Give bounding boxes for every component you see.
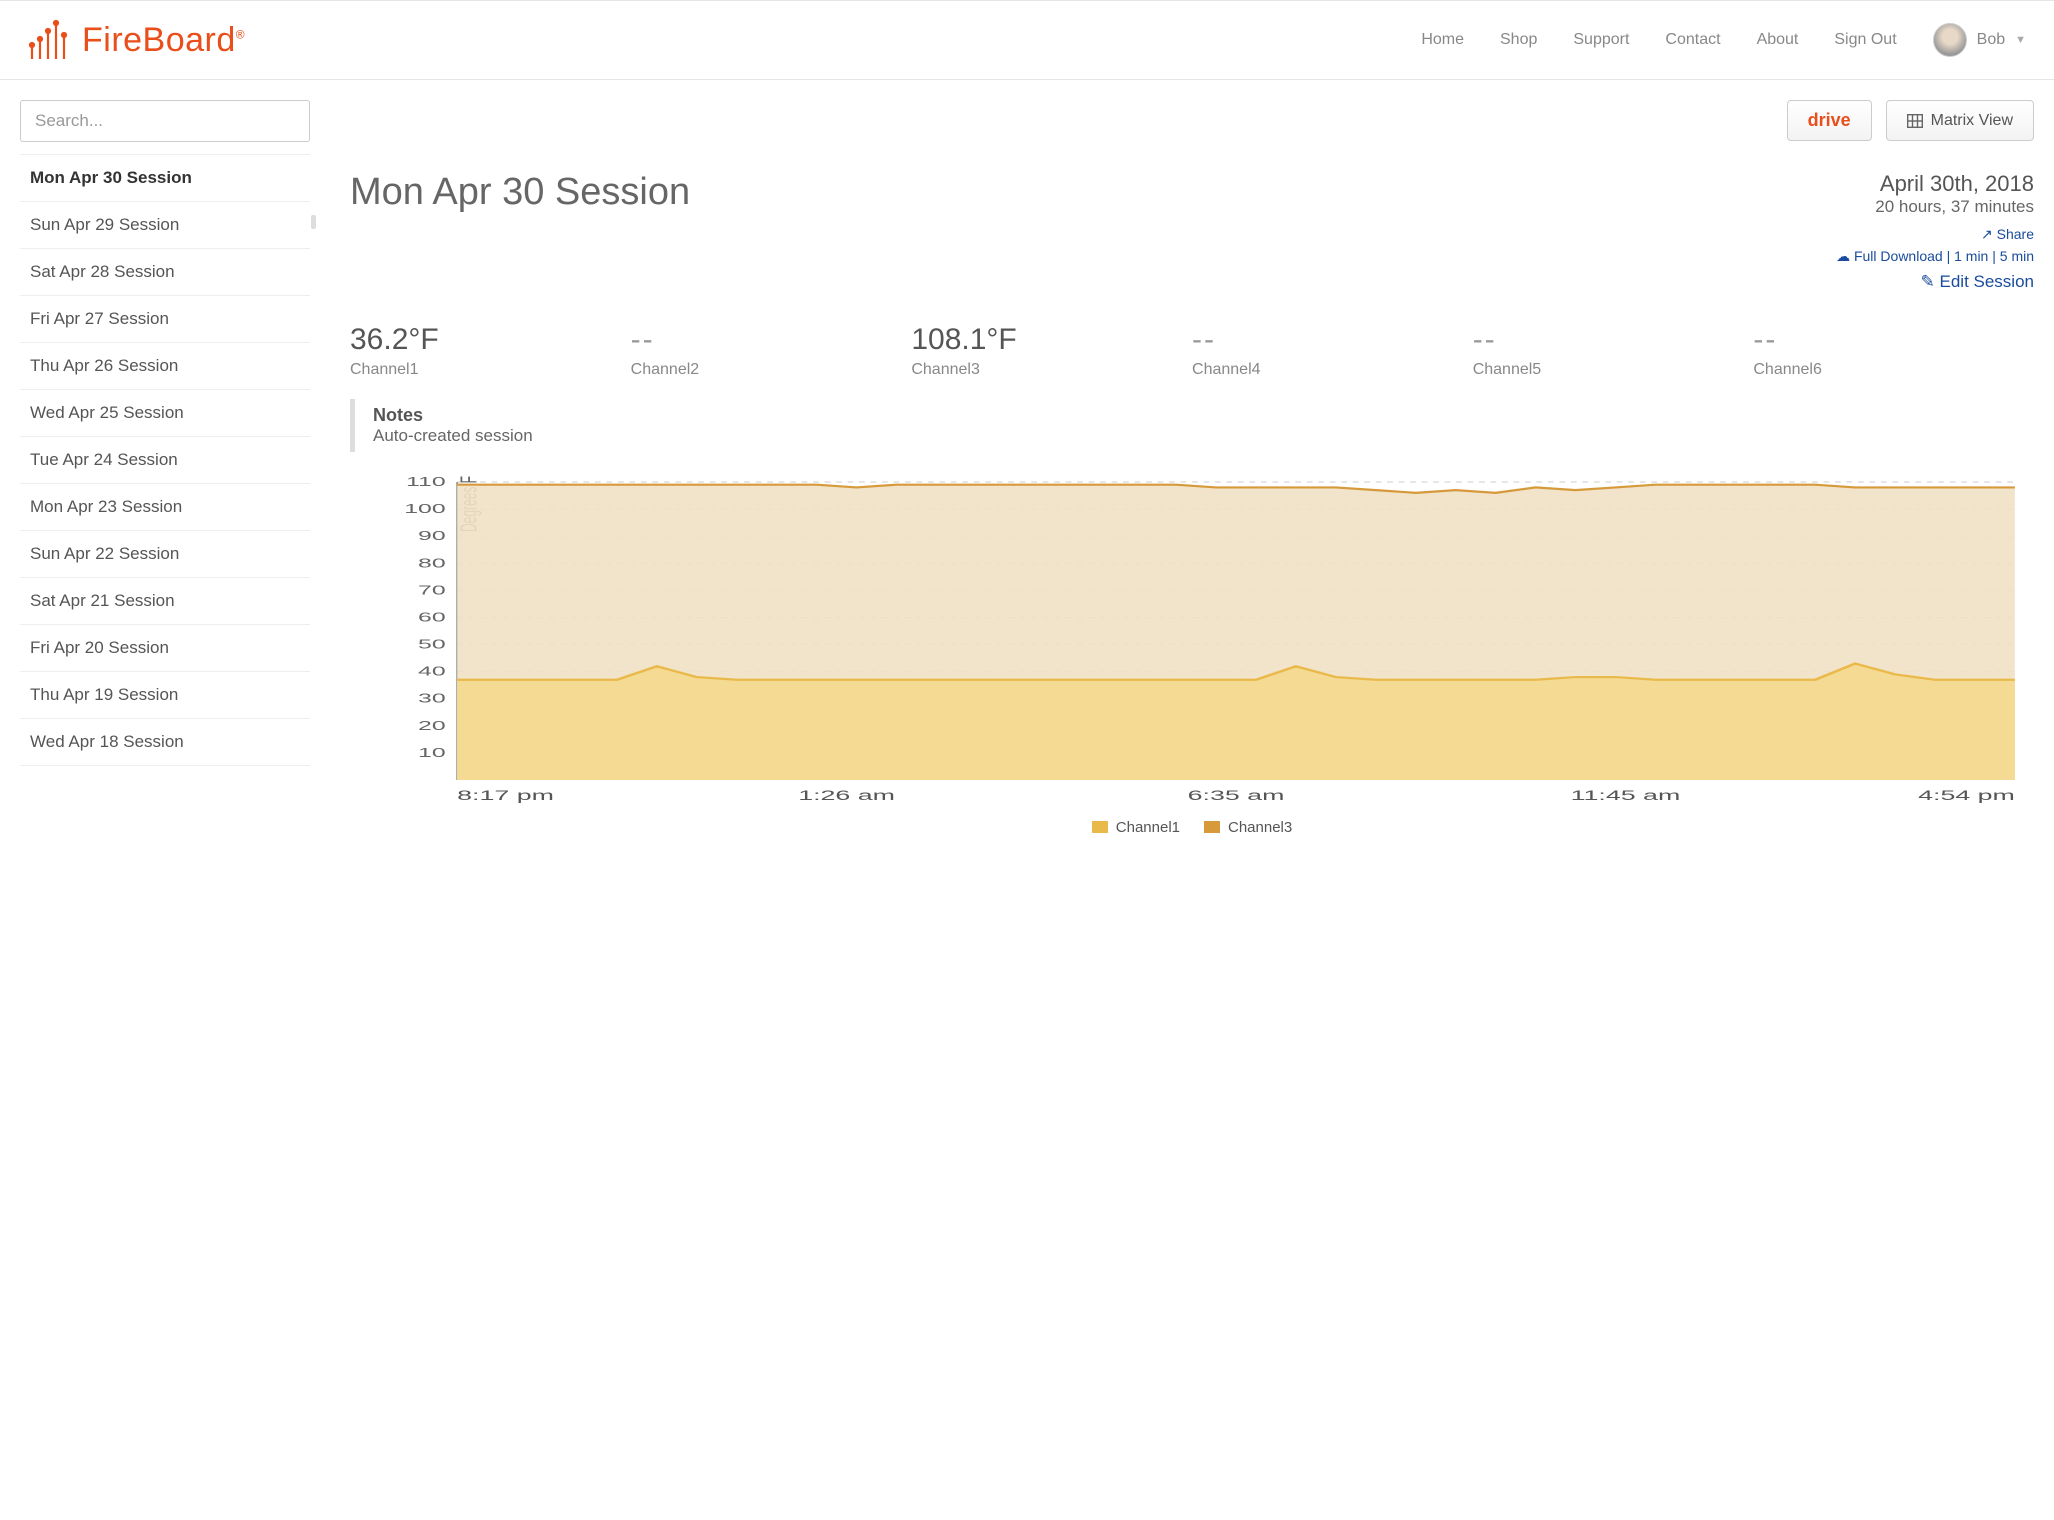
search-input[interactable]	[20, 100, 310, 142]
sidebar-session-item[interactable]: Wed Apr 25 Session	[20, 390, 310, 437]
scroll-indicator[interactable]	[311, 215, 316, 229]
svg-text:110: 110	[406, 476, 446, 489]
svg-text:10: 10	[418, 746, 446, 760]
nav-shop[interactable]: Shop	[1500, 31, 1537, 49]
sidebar-session-item[interactable]: Fri Apr 20 Session	[20, 625, 310, 672]
chart-container: 102030405060708090100110Degrees F8:17 pm…	[350, 476, 2034, 836]
session-date: April 30th, 2018	[1836, 171, 2034, 197]
notes-body: Auto-created session	[373, 426, 2034, 446]
user-menu[interactable]: Bob ▼	[1933, 23, 2026, 57]
svg-text:6:35 am: 6:35 am	[1188, 788, 1285, 804]
nav-home[interactable]: Home	[1421, 31, 1464, 49]
logo[interactable]: FireBoard®	[28, 19, 245, 61]
sidebar-session-item[interactable]: Thu Apr 26 Session	[20, 343, 310, 390]
session-duration: 20 hours, 37 minutes	[1836, 197, 2034, 217]
channel-value: 108.1°F	[911, 323, 1192, 357]
svg-text:80: 80	[418, 556, 446, 570]
channel-label: Channel1	[350, 361, 631, 379]
channel-value: --	[1753, 323, 2034, 357]
svg-text:4:54 pm: 4:54 pm	[1918, 788, 2015, 804]
download-5min-link[interactable]: 5 min	[2000, 248, 2034, 264]
channel-value: 36.2°F	[350, 323, 631, 357]
drive-button[interactable]: drive	[1787, 100, 1872, 141]
full-download-link[interactable]: Full Download	[1854, 248, 1943, 264]
channel-label: Channel6	[1753, 361, 2034, 379]
channel-readout: 36.2°F Channel1	[350, 323, 631, 379]
edit-session-link[interactable]: ✎ Edit Session	[1921, 272, 2034, 291]
svg-text:60: 60	[418, 610, 446, 624]
svg-text:30: 30	[418, 692, 446, 706]
cloud-download-icon: ☁	[1836, 248, 1850, 264]
channel-readouts: 36.2°FChannel1--Channel2108.1°FChannel3-…	[350, 323, 2034, 379]
channel-readout: -- Channel6	[1753, 323, 2034, 379]
svg-text:20: 20	[418, 719, 446, 733]
sidebar-session-item[interactable]: Tue Apr 24 Session	[20, 437, 310, 484]
main-panel: drive Matrix View Mon Apr 30 Session Apr…	[350, 100, 2054, 836]
nav-links: Home Shop Support Contact About Sign Out…	[1421, 23, 2026, 57]
temperature-chart[interactable]: 102030405060708090100110Degrees F8:17 pm…	[350, 476, 2034, 806]
legend-channel1[interactable]: Channel1	[1092, 819, 1180, 836]
channel-label: Channel4	[1192, 361, 1473, 379]
channel-readout: 108.1°F Channel3	[911, 323, 1192, 379]
logo-text: FireBoard®	[82, 21, 245, 60]
channel-value: --	[1192, 323, 1473, 357]
user-name: Bob	[1977, 31, 2005, 49]
nav-about[interactable]: About	[1757, 31, 1799, 49]
matrix-view-button[interactable]: Matrix View	[1886, 100, 2034, 141]
nav-signout[interactable]: Sign Out	[1834, 31, 1896, 49]
sidebar-session-item[interactable]: Thu Apr 19 Session	[20, 672, 310, 719]
svg-text:8:17 pm: 8:17 pm	[457, 788, 554, 804]
download-1min-link[interactable]: 1 min	[1954, 248, 1988, 264]
share-link[interactable]: ↗ Share	[1981, 226, 2034, 242]
sidebar-session-item[interactable]: Sat Apr 28 Session	[20, 249, 310, 296]
sidebar-session-item[interactable]: Mon Apr 30 Session	[20, 155, 310, 202]
channel-readout: -- Channel5	[1473, 323, 1754, 379]
sidebar-session-item[interactable]: Sat Apr 21 Session	[20, 578, 310, 625]
chevron-down-icon: ▼	[2015, 34, 2026, 46]
svg-text:100: 100	[404, 502, 445, 516]
sidebar-session-item[interactable]: Sun Apr 29 Session	[20, 202, 310, 249]
svg-text:1:26 am: 1:26 am	[798, 788, 895, 804]
channel-readout: -- Channel2	[631, 323, 912, 379]
nav-contact[interactable]: Contact	[1665, 31, 1720, 49]
sidebar-session-item[interactable]: Mon Apr 23 Session	[20, 484, 310, 531]
top-nav: FireBoard® Home Shop Support Contact Abo…	[0, 0, 2054, 80]
svg-text:11:45 am: 11:45 am	[1571, 788, 1681, 804]
channel-readout: -- Channel4	[1192, 323, 1473, 379]
sidebar: Mon Apr 30 SessionSun Apr 29 SessionSat …	[20, 100, 310, 836]
svg-text:90: 90	[418, 529, 446, 543]
avatar	[1933, 23, 1967, 57]
channel-value: --	[1473, 323, 1754, 357]
logo-icon	[28, 19, 74, 61]
svg-text:70: 70	[418, 583, 446, 597]
sidebar-session-item[interactable]: Sun Apr 22 Session	[20, 531, 310, 578]
nav-support[interactable]: Support	[1573, 31, 1629, 49]
svg-text:50: 50	[418, 637, 446, 651]
grid-icon	[1907, 114, 1923, 128]
notes-block: Notes Auto-created session	[350, 399, 2034, 452]
channel-label: Channel2	[631, 361, 912, 379]
page-title: Mon Apr 30 Session	[350, 171, 690, 214]
channel-label: Channel3	[911, 361, 1192, 379]
chart-legend: Channel1 Channel3	[350, 819, 2034, 836]
svg-text:40: 40	[418, 664, 446, 678]
session-list: Mon Apr 30 SessionSun Apr 29 SessionSat …	[20, 154, 310, 766]
sidebar-session-item[interactable]: Wed Apr 18 Session	[20, 719, 310, 766]
legend-channel3[interactable]: Channel3	[1204, 819, 1292, 836]
sidebar-session-item[interactable]: Fri Apr 27 Session	[20, 296, 310, 343]
notes-title: Notes	[373, 405, 2034, 426]
channel-label: Channel5	[1473, 361, 1754, 379]
session-meta: April 30th, 2018 20 hours, 37 minutes ↗ …	[1836, 171, 2034, 295]
channel-value: --	[631, 323, 912, 357]
